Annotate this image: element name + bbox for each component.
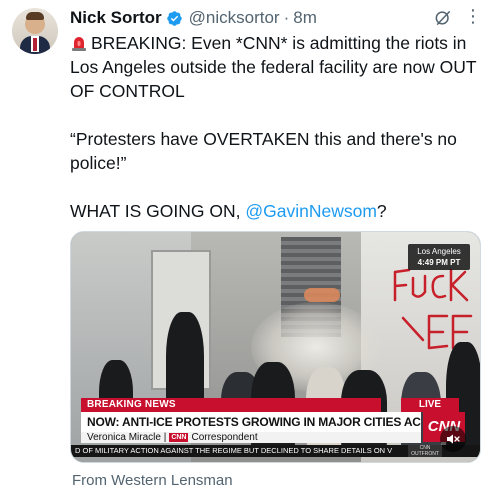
tweet-paragraph-2: “Protesters have OVERTAKEN this and ther… (70, 129, 457, 173)
tweet-header: Nick Sortor @nicksortor · 8m ⋮ (70, 7, 483, 29)
author-handle[interactable]: @nicksortor (189, 8, 280, 28)
live-label: LIVE (401, 398, 459, 412)
tweet-timestamp[interactable]: 8m (293, 8, 317, 28)
header-separator: · (283, 8, 290, 27)
reporter-name: Veronica Miracle (87, 432, 161, 443)
reporter-network: CNN (169, 433, 189, 442)
muted-speaker-icon[interactable] (440, 426, 466, 452)
reporter-line: Veronica Miracle | CNN Correspondent (81, 432, 421, 443)
news-headline: NOW: ANTI-ICE PROTESTS GROWING IN MAJOR … (81, 412, 421, 432)
breaking-news-label: BREAKING NEWS (81, 398, 381, 412)
bug-location: Los Angeles (417, 247, 461, 256)
news-lower-third: BREAKING NEWS LIVE NOW: ANTI-ICE PROTEST… (71, 398, 480, 462)
location-time-bug: Los Angeles 4:49 PM PT (408, 244, 470, 270)
author-name[interactable]: Nick Sortor (70, 8, 162, 28)
video-player[interactable]: Los Angeles 4:49 PM PT BREAKING NEWS LIV… (70, 231, 481, 463)
scene-flare (304, 288, 340, 302)
grok-icon[interactable] (433, 8, 453, 28)
avatar[interactable] (12, 8, 58, 54)
ticker-logo: CNN OUTFRONT (408, 445, 442, 457)
reporter-separator: | (163, 432, 167, 443)
avatar-tie (33, 38, 37, 51)
verified-badge-icon (166, 10, 183, 27)
tweet-paragraph-3: WHAT IS GOING ON, @GavinNewsom? (70, 199, 485, 223)
question-suffix: ? (376, 201, 387, 221)
media-source[interactable]: From Western Lensman (72, 472, 233, 489)
reporter-role: Correspondent (191, 432, 258, 443)
question-prefix: WHAT IS GOING ON, (70, 201, 246, 221)
tweet-paragraph-1: BREAKING: Even *CNN* is admitting the ri… (70, 31, 485, 103)
tweet-text: BREAKING: Even *CNN* is admitting the ri… (70, 31, 485, 223)
rotating-light-icon (70, 34, 88, 52)
tweet-paragraph-1-text: BREAKING: Even *CNN* is admitting the ri… (70, 33, 477, 101)
bug-time: 4:49 PM PT (417, 258, 461, 267)
mention-link[interactable]: @GavinNewsom (245, 201, 377, 221)
avatar-hair (26, 12, 44, 20)
more-options-icon[interactable]: ⋮ (463, 7, 483, 29)
